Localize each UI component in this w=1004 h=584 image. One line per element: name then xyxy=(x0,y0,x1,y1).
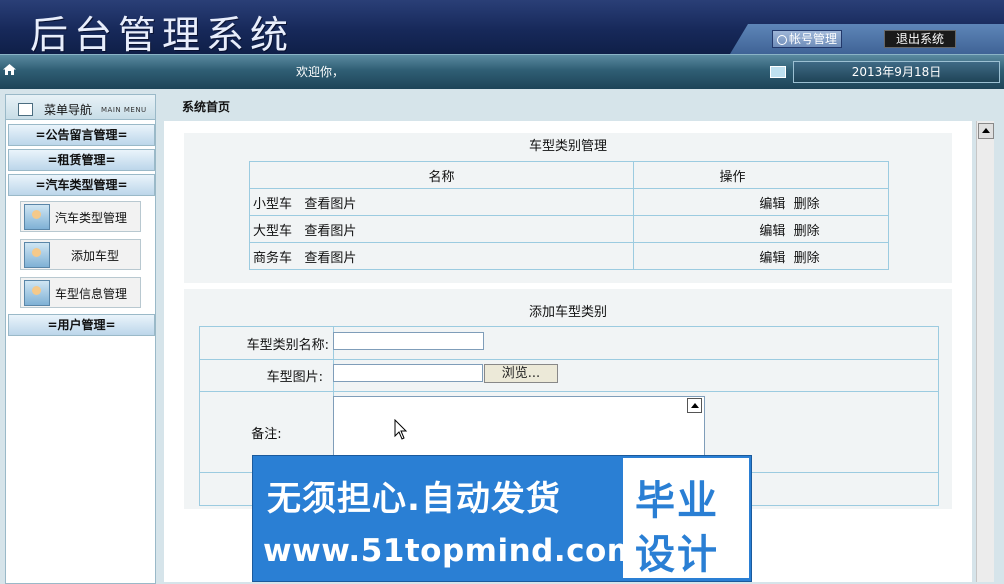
edit-link[interactable]: 编辑 xyxy=(759,251,785,266)
car-type-table: 名称 操作 小型车 查看图片 编辑 删除 大型车 查看图片 编辑 删除 商务车 … xyxy=(249,161,889,270)
watermark-badge-line2: 设计 xyxy=(635,532,719,578)
sidebar-item-label: 车型信息管理 xyxy=(55,287,128,301)
account-management-label: 帐号管理 xyxy=(788,32,837,46)
sidebar-subtitle: MAIN MENU xyxy=(101,106,147,114)
column-header-action: 操作 xyxy=(633,161,889,189)
remark-textarea[interactable] xyxy=(333,396,705,458)
scroll-up-arrow-icon[interactable] xyxy=(978,123,994,139)
user-icon xyxy=(24,280,50,306)
list-panel-title: 车型类别管理 xyxy=(528,139,607,154)
sidebar-item-car-info-manage[interactable]: 车型信息管理 xyxy=(20,277,141,308)
view-image-link[interactable]: 查看图片 xyxy=(304,251,356,266)
column-header-name: 名称 xyxy=(249,161,634,189)
date-display: 2013年9月18日 xyxy=(793,61,1000,83)
car-type-name-input[interactable] xyxy=(333,332,484,350)
table-cell-actions: 编辑 删除 xyxy=(633,188,889,216)
user-icon xyxy=(24,204,50,230)
breadcrumb: 系统首页 xyxy=(182,100,231,114)
welcome-text: 欢迎你， xyxy=(296,65,345,79)
mouse-cursor-icon xyxy=(394,419,408,440)
table-cell-name: 大型车 查看图片 xyxy=(249,215,634,243)
watermark-slogan: 无须担心.自动发货 xyxy=(267,479,561,519)
sidebar-group-user[interactable]: =用户管理= xyxy=(8,314,155,336)
delete-link[interactable]: 删除 xyxy=(794,251,820,266)
sidebar-title: 菜单导航 xyxy=(44,103,93,117)
scroll-up-icon[interactable] xyxy=(687,398,702,413)
home-icon[interactable] xyxy=(3,64,16,75)
table-cell-actions: 编辑 删除 xyxy=(633,242,889,270)
account-management-button[interactable]: 帐号管理 xyxy=(772,30,842,48)
table-cell-name: 商务车 查看图片 xyxy=(249,242,634,270)
textarea-scrollbar[interactable] xyxy=(687,397,702,457)
row-name: 小型车 xyxy=(253,196,293,212)
view-image-link[interactable]: 查看图片 xyxy=(304,197,356,212)
edit-link[interactable]: 编辑 xyxy=(759,197,785,212)
browse-button[interactable]: 浏览... xyxy=(484,364,558,383)
monitor-icon xyxy=(770,66,786,78)
image-label: 车型图片: xyxy=(199,359,334,392)
sidebar-item-add-car-type[interactable]: 添加车型 xyxy=(20,239,141,270)
delete-link[interactable]: 删除 xyxy=(794,224,820,239)
sidebar-group-rental[interactable]: =租赁管理= xyxy=(8,149,155,171)
name-label: 车型类别名称: xyxy=(199,326,334,360)
table-row: 大型车 查看图片 编辑 删除 xyxy=(249,215,889,243)
watermark-banner: 无须担心.自动发货 www.51topmind.com 毕业 设计 xyxy=(252,455,752,582)
app-title: 后台管理系统 xyxy=(30,13,295,57)
sidebar-header: 菜单导航 MAIN MENU xyxy=(6,95,155,120)
row-name: 商务车 xyxy=(253,250,293,266)
sidebar-item-label: 汽车类型管理 xyxy=(55,211,128,225)
form-row-name: 车型类别名称: xyxy=(199,326,939,360)
key-icon xyxy=(776,34,787,45)
table-header-row: 名称 操作 xyxy=(249,161,889,189)
sidebar: 菜单导航 MAIN MENU =公告留言管理= =租赁管理= =汽车类型管理= … xyxy=(5,94,156,584)
user-icon xyxy=(24,242,50,268)
table-row: 小型车 查看图片 编辑 删除 xyxy=(249,188,889,216)
car-type-image-input[interactable] xyxy=(333,364,483,382)
table-cell-actions: 编辑 删除 xyxy=(633,215,889,243)
row-name: 大型车 xyxy=(253,223,293,239)
table-cell-name: 小型车 查看图片 xyxy=(249,188,634,216)
page-scrollbar[interactable] xyxy=(976,121,994,582)
form-row-image: 车型图片: xyxy=(199,359,939,392)
table-row: 商务车 查看图片 编辑 删除 xyxy=(249,242,889,270)
watermark-badge-line1: 毕业 xyxy=(635,478,719,524)
menu-icon xyxy=(18,103,33,116)
sidebar-item-label: 添加车型 xyxy=(71,249,120,263)
sidebar-group-car-type[interactable]: =汽车类型管理= xyxy=(8,174,155,196)
delete-link[interactable]: 删除 xyxy=(794,197,820,212)
watermark-badge: 毕业 设计 xyxy=(623,458,749,578)
sidebar-group-notice[interactable]: =公告留言管理= xyxy=(8,124,155,146)
watermark-url: www.51topmind.com xyxy=(263,533,640,569)
sidebar-item-car-type-manage[interactable]: 汽车类型管理 xyxy=(20,201,141,232)
edit-link[interactable]: 编辑 xyxy=(759,224,785,239)
view-image-link[interactable]: 查看图片 xyxy=(304,224,356,239)
form-panel-title: 添加车型类别 xyxy=(528,305,607,320)
logout-button[interactable]: 退出系统 xyxy=(884,30,956,48)
